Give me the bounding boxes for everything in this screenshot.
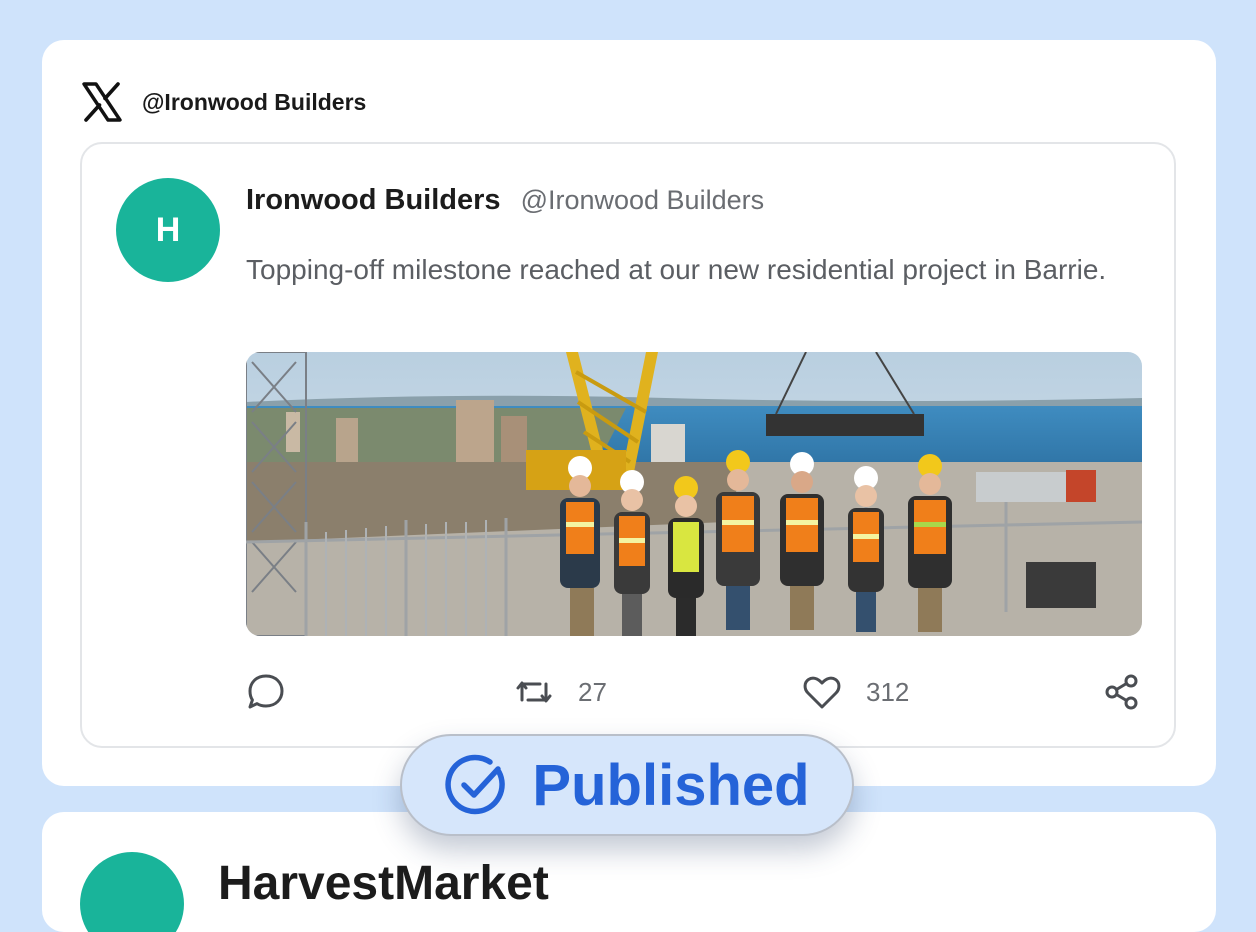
- construction-photo: [246, 352, 1142, 636]
- avatar-initial: H: [155, 210, 181, 249]
- published-status-badge: Published: [400, 734, 854, 836]
- repost-count: 27: [578, 676, 607, 707]
- avatar[interactable]: H: [116, 178, 220, 282]
- published-label: Published: [532, 752, 810, 818]
- next-post-avatar: [80, 852, 184, 932]
- heart-icon: [803, 676, 841, 709]
- comment-icon: [248, 674, 284, 709]
- like-action[interactable]: 312: [802, 672, 909, 712]
- repost-action[interactable]: 27: [514, 672, 607, 712]
- reply-action[interactable]: [246, 672, 286, 712]
- next-post-author: HarvestMarket: [218, 857, 549, 910]
- tweet-image[interactable]: [246, 352, 1142, 636]
- author-handle[interactable]: @Ironwood Builders: [521, 185, 765, 216]
- author-row: Ironwood Builders @Ironwood Builders: [246, 184, 764, 217]
- check-circle-icon: [445, 754, 506, 815]
- share-action[interactable]: [1102, 672, 1142, 712]
- x-logo-icon: [82, 82, 122, 122]
- tweet-text: Topping-off milestone reached at our new…: [246, 254, 1107, 285]
- post-preview-card: @Ironwood Builders H Ironwood Builders @…: [42, 40, 1216, 786]
- author-name[interactable]: Ironwood Builders: [246, 184, 501, 217]
- tweet-card[interactable]: H Ironwood Builders @Ironwood Builders T…: [80, 142, 1176, 748]
- tweet-actions: 27 312: [246, 672, 1158, 712]
- platform-handle: @Ironwood Builders: [142, 88, 367, 115]
- like-count: 312: [866, 676, 910, 707]
- share-icon: [1105, 674, 1138, 710]
- repost-icon: [516, 681, 552, 703]
- platform-header: @Ironwood Builders: [80, 80, 366, 124]
